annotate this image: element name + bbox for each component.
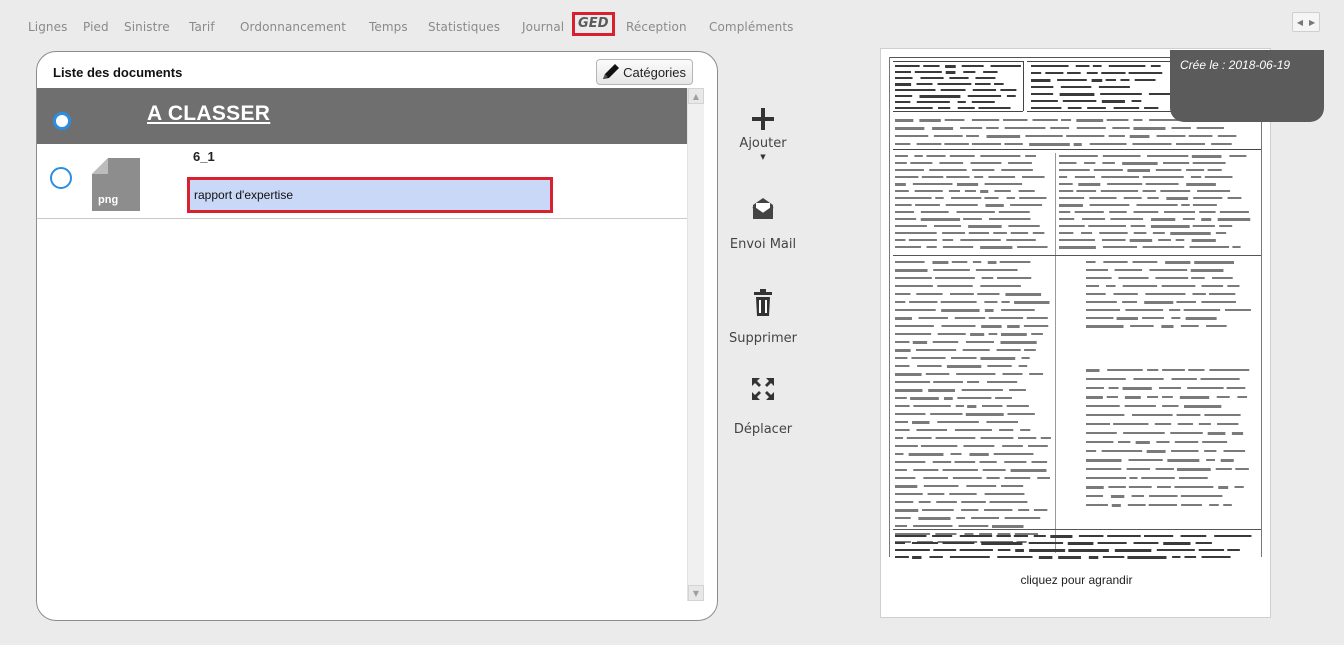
document-row[interactable]: png 6_1 xyxy=(37,144,689,219)
scroll-down-icon[interactable]: ▼ xyxy=(688,585,704,601)
tab-complements[interactable]: Compléments xyxy=(709,20,793,34)
document-preview[interactable]: cliquez pour agrandir xyxy=(880,48,1271,618)
arrow-right-icon[interactable]: ▶ xyxy=(1309,18,1315,27)
scanned-document-thumbnail xyxy=(889,57,1262,559)
scroll-up-icon[interactable]: ▲ xyxy=(688,88,704,104)
arrow-left-icon[interactable]: ◀ xyxy=(1297,18,1303,27)
tab-ged[interactable]: GED xyxy=(572,12,615,36)
tab-statistiques[interactable]: Statistiques xyxy=(428,20,500,34)
group-radio[interactable] xyxy=(53,112,71,130)
dropdown-arrow-icon: ▼ xyxy=(760,153,766,161)
tab-scroll-buttons[interactable]: ◀ ▶ xyxy=(1292,12,1320,32)
file-icon: png xyxy=(90,156,142,213)
tab-temps[interactable]: Temps xyxy=(369,20,408,34)
creation-date-badge: Crée le : 2018-06-19 xyxy=(1170,50,1324,122)
pencil-icon xyxy=(603,64,620,79)
tab-journal[interactable]: Journal xyxy=(522,20,564,34)
document-radio[interactable] xyxy=(50,167,72,189)
tab-lignes[interactable]: Lignes xyxy=(28,20,67,34)
expand-arrows-icon xyxy=(752,378,774,400)
add-label: Ajouter xyxy=(739,136,787,151)
delete-button[interactable]: Supprimer xyxy=(720,289,806,346)
trash-icon xyxy=(754,289,772,316)
panel-title: Liste des documents xyxy=(53,65,183,80)
document-list-panel: Liste des documents Catégories A CLASSER… xyxy=(36,51,718,621)
move-button[interactable]: Déplacer xyxy=(720,376,806,437)
move-label: Déplacer xyxy=(733,422,793,437)
document-description-input[interactable] xyxy=(187,177,553,213)
delete-label: Supprimer xyxy=(729,331,797,346)
tab-reception[interactable]: Réception xyxy=(626,20,687,34)
tab-sinistre[interactable]: Sinistre xyxy=(124,20,170,34)
plus-icon xyxy=(752,108,774,130)
mail-icon xyxy=(752,198,774,219)
categories-label: Catégories xyxy=(623,64,686,80)
list-scrollbar[interactable]: ▲ ▼ xyxy=(687,88,704,601)
file-extension: png xyxy=(98,194,119,206)
send-mail-label: Envoi Mail xyxy=(729,237,797,252)
tab-ordonnancement[interactable]: Ordonnancement xyxy=(240,20,346,34)
document-name: 6_1 xyxy=(193,149,215,164)
creation-date: Crée le : 2018-06-19 xyxy=(1180,58,1291,72)
preview-caption[interactable]: cliquez pour agrandir xyxy=(881,573,1270,587)
categories-button[interactable]: Catégories xyxy=(596,59,693,85)
tab-pied[interactable]: Pied xyxy=(83,20,109,34)
group-title: A CLASSER xyxy=(147,102,271,125)
add-button[interactable]: Ajouter ▼ xyxy=(720,106,806,161)
tab-tarif[interactable]: Tarif xyxy=(189,20,215,34)
send-mail-button[interactable]: Envoi Mail xyxy=(720,195,806,252)
tab-bar: Lignes Pied Sinistre Tarif Ordonnancemen… xyxy=(0,0,1344,44)
group-row-a-classer[interactable]: A CLASSER xyxy=(37,88,689,144)
